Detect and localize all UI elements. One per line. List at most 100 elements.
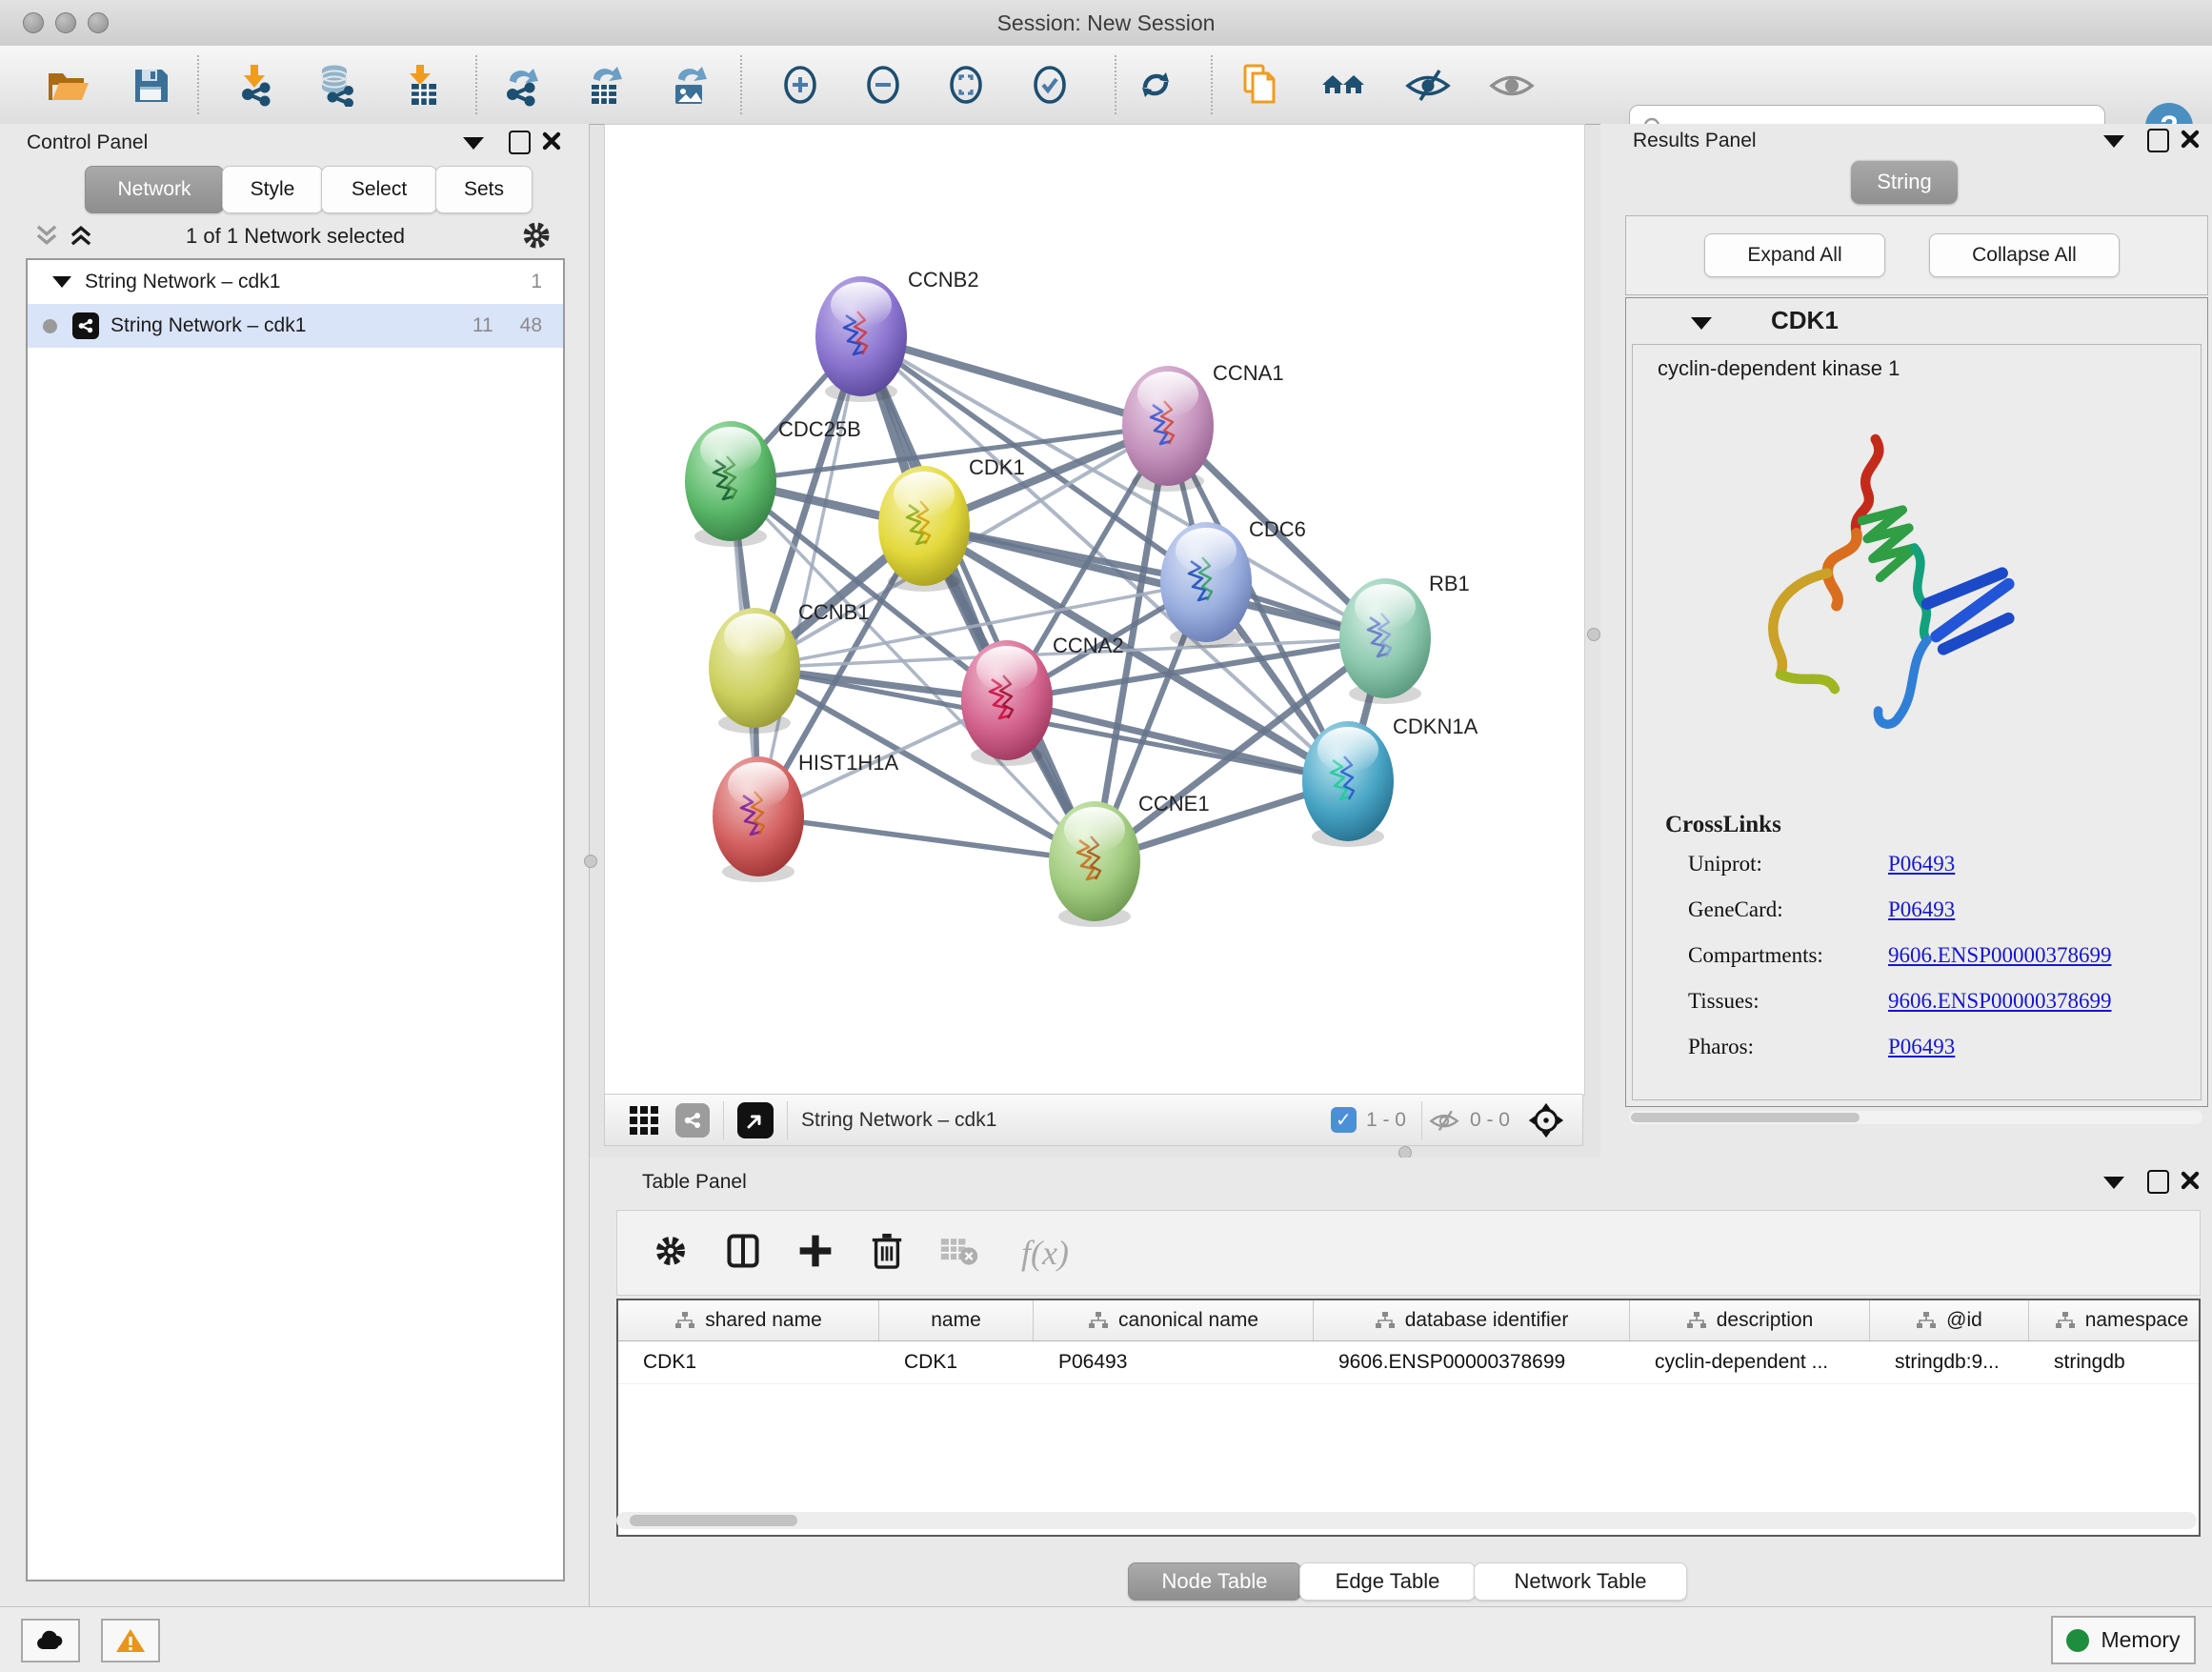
zoom-selected-icon[interactable] (1024, 59, 1076, 111)
column-header--id[interactable]: @id (1870, 1300, 2029, 1340)
table-cell[interactable]: 9606.ENSP00000378699 (1314, 1341, 1630, 1383)
show-columns-icon[interactable] (724, 1232, 762, 1275)
network-canvas[interactable]: CCNB2CCNA1CDC25BCDK1CDC6RB1CCNB1CCNA2CDK… (604, 124, 1585, 1096)
tab-node-table[interactable]: Node Table (1128, 1562, 1301, 1601)
collapse-all-button[interactable]: Collapse All (1929, 233, 2120, 277)
network-node-CCNE1[interactable]: CCNE1 (1049, 792, 1210, 927)
network-share-toggle-icon[interactable] (675, 1103, 710, 1138)
crosslink-link[interactable]: P06493 (1888, 852, 1955, 876)
tab-edge-table[interactable]: Edge Table (1299, 1562, 1476, 1601)
table-panel-menu-icon[interactable] (2103, 1177, 2124, 1189)
tab-style[interactable]: Style (222, 166, 323, 213)
crosslink-link[interactable]: 9606.ENSP00000378699 (1888, 989, 2112, 1014)
import-table-file-icon[interactable] (397, 59, 449, 111)
network-node-CCNA1[interactable]: CCNA1 (1122, 361, 1284, 492)
warnings-button[interactable] (101, 1619, 160, 1662)
cloud-button[interactable] (21, 1619, 80, 1662)
tab-string[interactable]: String (1851, 160, 1958, 204)
crosslink-link[interactable]: P06493 (1888, 897, 1955, 922)
table-hscrollbar[interactable] (616, 1512, 2197, 1529)
column-type-icon (1686, 1311, 1707, 1330)
export-network-icon[interactable] (497, 59, 549, 111)
collection-expand-icon[interactable] (52, 276, 71, 288)
table-panel: Table Panel f(x) shared namenamecanonica… (590, 1158, 2212, 1606)
memory-button[interactable]: Memory (2051, 1616, 2196, 1664)
control-panel-close-icon[interactable] (541, 131, 562, 151)
tab-network-table[interactable]: Network Table (1474, 1562, 1687, 1601)
column-type-icon (1088, 1311, 1109, 1330)
results-panel-float-icon[interactable] (2147, 129, 2169, 152)
export-table-icon[interactable] (579, 59, 631, 111)
network-edge[interactable] (758, 816, 1095, 861)
network-node-RB1[interactable]: RB1 (1339, 572, 1470, 704)
right-splitter-handle[interactable] (1587, 628, 1600, 641)
network-edge[interactable] (861, 336, 1168, 426)
network-node-count: 11 (473, 314, 493, 337)
network-node-HIST1H1A[interactable]: HIST1H1A (713, 751, 898, 882)
column-header-namespace[interactable]: namespace (2029, 1300, 2201, 1340)
hidden-eye-icon[interactable] (1428, 1106, 1460, 1135)
open-in-window-icon[interactable] (737, 1102, 774, 1138)
results-hscrollbar-thumb[interactable] (1631, 1113, 1860, 1122)
documents-icon[interactable] (1235, 59, 1286, 111)
left-splitter-handle[interactable] (584, 855, 597, 868)
column-header-database-identifier[interactable]: database identifier (1314, 1300, 1630, 1340)
save-session-icon[interactable] (125, 59, 176, 111)
control-panel-float-icon[interactable] (509, 131, 531, 154)
column-header-description[interactable]: description (1630, 1300, 1870, 1340)
table-cell[interactable]: P06493 (1034, 1341, 1314, 1383)
crosslink-link[interactable]: 9606.ENSP00000378699 (1888, 943, 2112, 968)
selected-checkbox-icon[interactable]: ✓ (1331, 1107, 1357, 1133)
import-network-database-icon[interactable] (312, 59, 364, 111)
create-column-icon[interactable] (796, 1232, 835, 1275)
table-cell[interactable]: CDK1 (879, 1341, 1034, 1383)
column-header-name[interactable]: name (879, 1300, 1034, 1340)
zoom-out-icon[interactable] (857, 59, 909, 111)
open-session-icon[interactable] (42, 59, 93, 111)
table-panel-close-icon[interactable] (2180, 1170, 2201, 1191)
delete-column-icon[interactable] (869, 1231, 905, 1276)
tab-network[interactable]: Network (85, 166, 224, 213)
grid-view-icon[interactable] (630, 1106, 658, 1135)
table-row[interactable]: CDK1CDK1P064939606.ENSP00000378699cyclin… (618, 1341, 2199, 1384)
results-panel-menu-icon[interactable] (2103, 135, 2124, 148)
show-graphics-details-icon[interactable] (1486, 59, 1538, 111)
gene-collapse-icon[interactable] (1691, 317, 1712, 330)
refresh-view-icon[interactable] (1130, 59, 1181, 111)
table-options-gear-icon[interactable] (652, 1232, 690, 1275)
import-network-file-icon[interactable] (231, 59, 283, 111)
network-edge[interactable] (861, 336, 1095, 861)
results-hscrollbar[interactable] (1629, 1111, 2202, 1124)
results-panel-title: Results Panel (1633, 130, 1757, 152)
column-header-shared-name[interactable]: shared name (618, 1300, 879, 1340)
export-image-icon[interactable] (664, 59, 715, 111)
table-hscrollbar-thumb[interactable] (630, 1515, 797, 1526)
expand-all-button[interactable]: Expand All (1704, 233, 1885, 277)
tab-select[interactable]: Select (321, 166, 437, 213)
birds-eye-view-icon[interactable] (1527, 1101, 1565, 1139)
network-node-CDKN1A[interactable]: CDKN1A (1302, 715, 1478, 847)
hide-graphics-details-icon[interactable] (1402, 59, 1454, 111)
collapse-all-chevron-icon[interactable] (34, 223, 59, 248)
results-panel-close-icon[interactable] (2180, 129, 2201, 150)
network-options-gear-icon[interactable] (519, 218, 553, 252)
network-node-CDC6[interactable]: CDC6 (1160, 517, 1306, 648)
network-edge[interactable] (758, 336, 861, 816)
table-cell[interactable]: cyclin-dependent ... (1630, 1341, 1870, 1383)
expand-all-chevron-icon[interactable] (69, 223, 93, 248)
control-panel-menu-icon[interactable] (463, 137, 484, 150)
zoom-in-icon[interactable] (774, 59, 826, 111)
column-header-canonical-name[interactable]: canonical name (1034, 1300, 1314, 1340)
table-cell[interactable]: stringdb (2029, 1341, 2201, 1383)
table-cell[interactable]: CDK1 (618, 1341, 879, 1383)
network-node-CCNB2[interactable]: CCNB2 (815, 268, 979, 402)
tab-sets[interactable]: Sets (435, 166, 533, 213)
table-panel-float-icon[interactable] (2147, 1170, 2169, 1194)
crosslink-link[interactable]: P06493 (1888, 1035, 1955, 1059)
node-table[interactable]: shared namenamecanonical namedatabase id… (616, 1299, 2201, 1537)
table-cell[interactable]: stringdb:9... (1870, 1341, 2029, 1383)
network-collection-row[interactable]: String Network – cdk1 1 (28, 260, 563, 304)
houses-icon[interactable] (1318, 59, 1370, 111)
network-row-selected[interactable]: String Network – cdk1 11 48 (28, 304, 563, 348)
fit-content-icon[interactable] (940, 59, 992, 111)
